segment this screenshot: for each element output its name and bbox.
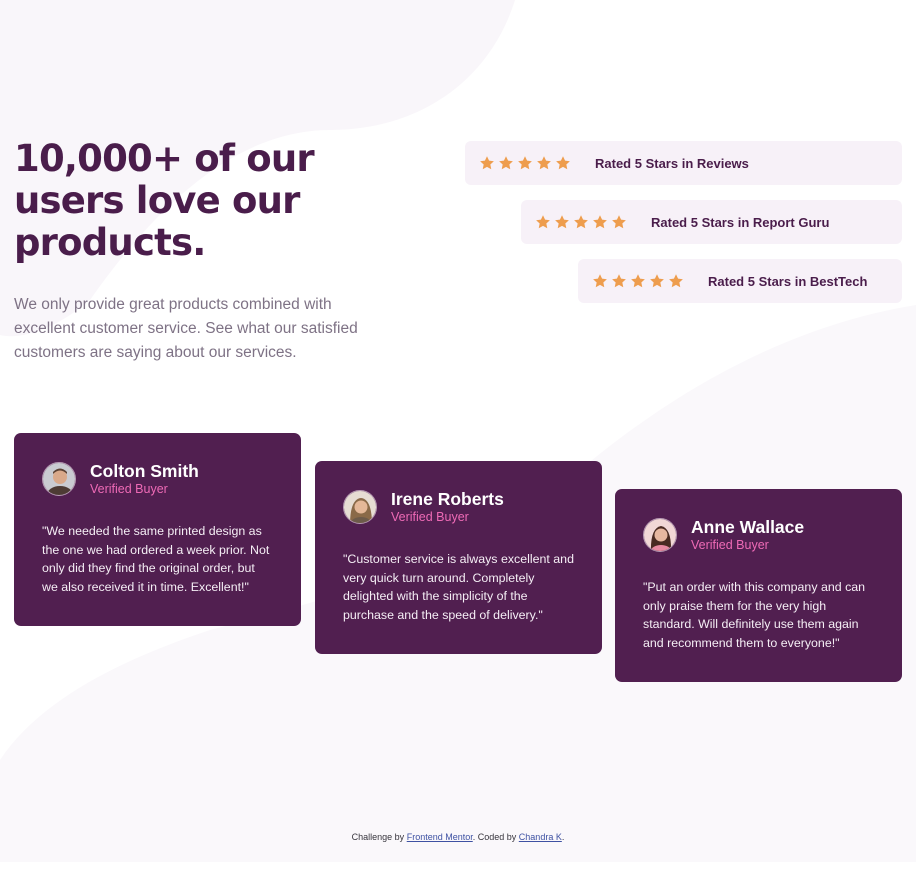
background-pattern	[0, 0, 916, 862]
star-icon	[649, 273, 665, 289]
avatar	[343, 490, 377, 524]
star-icon	[479, 155, 495, 171]
author-link[interactable]: Chandra K	[519, 832, 562, 842]
footer-prefix: Challenge by	[351, 832, 405, 842]
star-icon	[592, 214, 608, 230]
star-rating	[479, 155, 579, 171]
star-icon	[535, 214, 551, 230]
star-icon	[555, 155, 571, 171]
star-icon	[668, 273, 684, 289]
rating-label: Rated 5 Stars in Report Guru	[651, 214, 830, 230]
footer-middle: . Coded by	[472, 832, 517, 842]
verified-buyer-badge: Verified Buyer	[691, 538, 769, 552]
page-title: 10,000+ of our users love our products.	[14, 137, 315, 264]
avatar	[643, 518, 677, 552]
rating-label: Rated 5 Stars in BestTech	[708, 273, 868, 289]
star-icon	[611, 273, 627, 289]
star-icon	[517, 155, 533, 171]
rating-label: Rated 5 Stars in Reviews	[595, 155, 749, 171]
frontend-mentor-link[interactable]: Frontend Mentor	[407, 832, 473, 842]
rating-report-guru: Rated 5 Stars in Report Guru	[521, 200, 902, 244]
star-icon	[554, 214, 570, 230]
star-icon	[592, 273, 608, 289]
reviewer-name: Colton Smith	[90, 461, 199, 481]
testimonial-card-irene: Irene Roberts Verified Buyer "Customer s…	[315, 461, 602, 654]
star-rating	[535, 214, 635, 230]
star-rating	[592, 273, 692, 289]
avatar	[42, 462, 76, 496]
testimonial-quote: "Put an order with this company and can …	[643, 580, 866, 650]
star-icon	[630, 273, 646, 289]
star-icon	[498, 155, 514, 171]
star-icon	[536, 155, 552, 171]
footer-suffix: .	[561, 832, 565, 842]
star-icon	[573, 214, 589, 230]
verified-buyer-badge: Verified Buyer	[90, 482, 168, 496]
testimonial-card-anne: Anne Wallace Verified Buyer "Put an orde…	[615, 489, 902, 682]
verified-buyer-badge: Verified Buyer	[391, 510, 469, 524]
attribution-footer: Challenge by Frontend Mentor. Coded by C…	[0, 832, 916, 842]
intro-text: We only provide great products combined …	[14, 296, 358, 361]
rating-besttech: Rated 5 Stars in BestTech	[578, 259, 902, 303]
reviewer-name: Anne Wallace	[691, 517, 805, 537]
reviewer-name: Irene Roberts	[391, 489, 504, 509]
star-icon	[611, 214, 627, 230]
rating-reviews: Rated 5 Stars in Reviews	[465, 141, 902, 185]
testimonial-quote: "We needed the same printed design as th…	[42, 524, 270, 594]
testimonial-card-colton: Colton Smith Verified Buyer "We needed t…	[14, 433, 301, 626]
testimonial-quote: "Customer service is always excellent an…	[343, 552, 574, 622]
